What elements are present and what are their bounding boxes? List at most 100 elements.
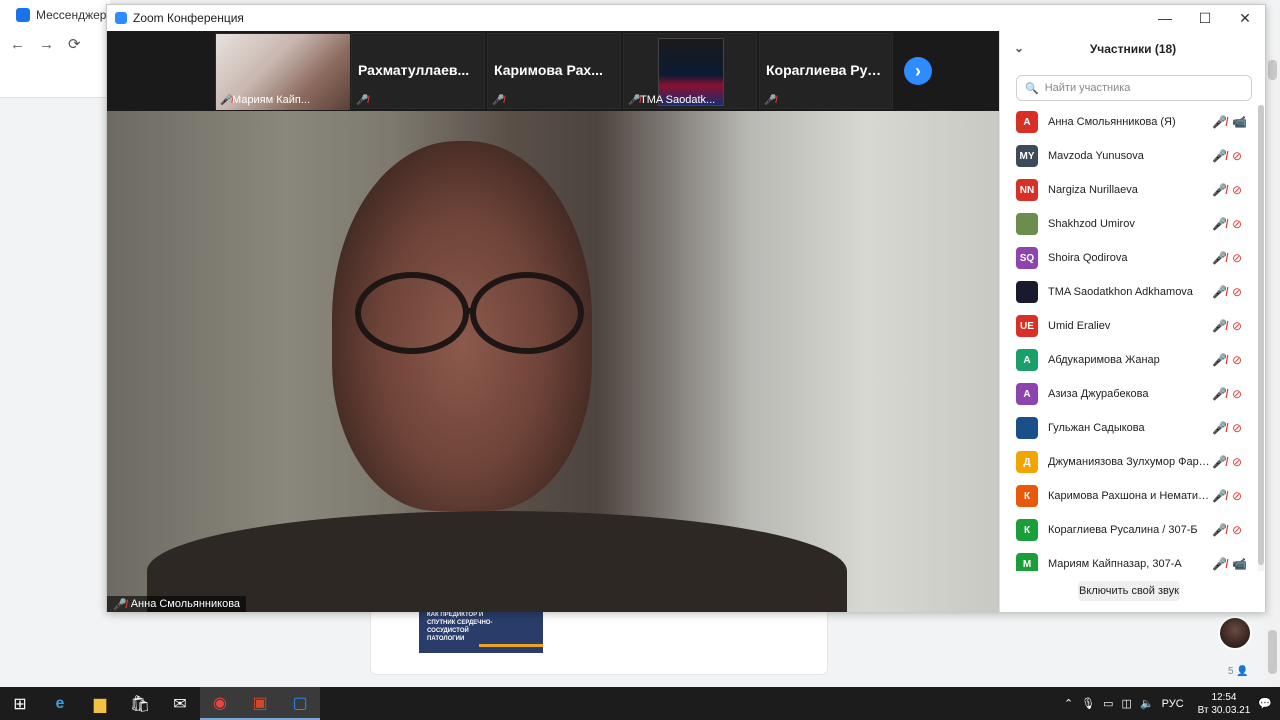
speaker-name: Анна Смольянникова: [130, 598, 241, 610]
muted-mic-icon[interactable]: 🎤̸: [1212, 183, 1227, 197]
camera-off-icon[interactable]: ⊘: [1232, 217, 1242, 231]
reload-icon[interactable]: ⟳: [68, 35, 81, 53]
camera-off-icon[interactable]: ⊘: [1232, 285, 1242, 299]
muted-mic-icon: 🎤̸: [628, 95, 641, 106]
notifications-icon[interactable]: 💬: [1258, 697, 1272, 710]
muted-mic-icon[interactable]: 🎤̸: [1212, 251, 1227, 265]
participant-row[interactable]: A Абдукаримова Жанар 🎤̸ ⊘: [1000, 343, 1258, 377]
browser-tab-title: Мессенджер: [36, 8, 107, 22]
participant-row[interactable]: NN Nargiza Nurillaeva 🎤̸ ⊘: [1000, 173, 1258, 207]
thumbnail-video[interactable]: Каримова Рах... 🎤̸: [487, 33, 621, 109]
participant-row[interactable]: Гульжан Садыкова 🎤̸ ⊘: [1000, 411, 1258, 445]
camera-off-icon[interactable]: ⊘: [1232, 523, 1242, 537]
muted-mic-icon[interactable]: 🎤̸: [1212, 455, 1227, 469]
powerpoint-icon[interactable]: ▣: [240, 687, 280, 720]
muted-mic-icon[interactable]: 🎤̸: [1212, 319, 1227, 333]
muted-mic-icon[interactable]: 🎤̸: [1212, 421, 1227, 435]
thumbnail-video[interactable]: Кораглиева Рус... 🎤̸: [759, 33, 893, 109]
muted-mic-icon: 🎤̸: [220, 95, 233, 106]
muted-mic-icon[interactable]: 🎤̸: [1212, 523, 1227, 537]
participant-name: Джуманиязова Зулхумор Фарха...: [1048, 456, 1210, 468]
thumbnail-video[interactable]: Рахматуллаев... 🎤̸: [351, 33, 485, 109]
participant-row[interactable]: К Кораглиева Русалина / 307-Б 🎤̸ ⊘: [1000, 513, 1258, 547]
participant-row[interactable]: MY Mavzoda Yunusova 🎤̸ ⊘: [1000, 139, 1258, 173]
forward-icon[interactable]: →: [39, 36, 54, 53]
participant-row[interactable]: М Мариям Кайпназар, 307-А 🎤̸ 📹: [1000, 547, 1258, 571]
avatar: К: [1016, 485, 1038, 507]
users-icon: 👤: [1236, 666, 1249, 677]
zoom-taskbar-icon[interactable]: ▢: [280, 687, 320, 720]
camera-off-icon[interactable]: ⊘: [1232, 353, 1242, 367]
page-scrollbar-thumb[interactable]: [1268, 630, 1277, 674]
participant-row[interactable]: Shakhzod Umirov 🎤̸ ⊘: [1000, 207, 1258, 241]
camera-icon[interactable]: 📹: [1232, 115, 1247, 129]
sidebar-count-value: 5: [1228, 666, 1234, 677]
browser-tab[interactable]: Мессенджер: [0, 0, 110, 30]
participants-scrollbar[interactable]: [1258, 105, 1264, 571]
battery-icon[interactable]: ▭: [1103, 697, 1113, 710]
muted-mic-icon[interactable]: 🎤̸: [1212, 489, 1227, 503]
participant-row[interactable]: A Анна Смольянникова (Я) 🎤̸ 📹: [1000, 105, 1258, 139]
muted-mic-icon[interactable]: 🎤̸: [1212, 557, 1227, 571]
participant-list[interactable]: A Анна Смольянникова (Я) 🎤̸ 📹 MY Mavzoda Yunu…: [1000, 105, 1258, 571]
system-tray: ⌃ 🎙 ▭ ◫ 🔈 РУС 12:54 Вт 30.03.21 💬: [1064, 687, 1280, 720]
participant-row[interactable]: Д Джуманиязова Зулхумор Фарха... 🎤̸ ⊘: [1000, 445, 1258, 479]
camera-off-icon[interactable]: ⊘: [1232, 251, 1242, 265]
thumbnail-name: Каримова Рах...: [494, 62, 603, 78]
avatar[interactable]: [1218, 616, 1252, 650]
microphone-icon[interactable]: 🎙: [1081, 697, 1095, 710]
search-input[interactable]: 🔍 Найти участника: [1016, 75, 1252, 101]
windows-start-icon[interactable]: ⊞: [0, 687, 40, 720]
participant-row[interactable]: A Азиза Джурабекова 🎤̸ ⊘: [1000, 377, 1258, 411]
muted-mic-icon: 🎤̸: [764, 95, 777, 106]
tray-chevron-icon[interactable]: ⌃: [1064, 697, 1073, 710]
close-button[interactable]: ✕: [1225, 5, 1265, 31]
collapse-icon[interactable]: ⌄: [1014, 41, 1024, 55]
page-scrollbar[interactable]: [1265, 55, 1280, 687]
back-icon[interactable]: ←: [10, 36, 25, 53]
muted-mic-icon[interactable]: 🎤̸: [1212, 387, 1227, 401]
participants-panel: ⌄ Участники (18) 🔍 Найти участника A Анна…: [999, 31, 1265, 612]
clock[interactable]: 12:54 Вт 30.03.21: [1198, 691, 1251, 717]
participant-name: Мариям Кайпназар, 307-А: [1048, 558, 1182, 570]
minimize-button[interactable]: —: [1145, 5, 1185, 31]
unmute-self-button[interactable]: Включить свой звук: [1078, 581, 1180, 601]
muted-mic-icon[interactable]: 🎤̸: [1212, 353, 1227, 367]
post-image[interactable]: КАК ПРЕДИКТОР И СПУТНИК СЕРДЕЧНО-СОСУДИС…: [419, 605, 543, 653]
page-scrollbar-thumb-top[interactable]: [1268, 60, 1277, 80]
language-indicator[interactable]: РУС: [1162, 698, 1184, 710]
zoom-window: Zoom Конференция — ☐ ✕ 🎤̸ Мариям Кайп...…: [106, 4, 1266, 612]
camera-icon[interactable]: 📹: [1232, 557, 1247, 571]
camera-off-icon[interactable]: ⊘: [1232, 387, 1242, 401]
thumbnail-name: Рахматуллаев...: [358, 62, 470, 78]
next-page-button[interactable]: ›: [904, 57, 932, 85]
camera-off-icon[interactable]: ⊘: [1232, 455, 1242, 469]
participant-name: Абдукаримова Жанар: [1048, 354, 1160, 366]
window-title: Zoom Конференция: [133, 11, 244, 25]
volume-icon[interactable]: 🔈: [1140, 697, 1154, 710]
mail-icon[interactable]: ✉: [160, 687, 200, 720]
camera-off-icon[interactable]: ⊘: [1232, 319, 1242, 333]
participant-row[interactable]: TMA Saodatkhon Adkhamova 🎤̸ ⊘: [1000, 275, 1258, 309]
thumbnail-video[interactable]: 🎤̸ TMA Saodatk...: [623, 33, 757, 109]
camera-off-icon[interactable]: ⊘: [1232, 489, 1242, 503]
participant-row[interactable]: К Каримова Рахшона и Нематилла... 🎤̸ ⊘: [1000, 479, 1258, 513]
file-explorer-icon[interactable]: ▆: [80, 687, 120, 720]
chrome-icon[interactable]: ◉: [200, 687, 240, 720]
zoom-logo-icon: [115, 12, 127, 24]
network-icon[interactable]: ◫: [1122, 697, 1132, 710]
muted-mic-icon[interactable]: 🎤̸: [1212, 115, 1227, 129]
participant-row[interactable]: UE Umid Eraliev 🎤̸ ⊘: [1000, 309, 1258, 343]
muted-mic-icon[interactable]: 🎤̸: [1212, 285, 1227, 299]
maximize-button[interactable]: ☐: [1185, 5, 1225, 31]
participant-row[interactable]: SQ Shoira Qodirova 🎤̸ ⊘: [1000, 241, 1258, 275]
store-icon[interactable]: 🛍: [120, 687, 160, 720]
muted-mic-icon[interactable]: 🎤̸: [1212, 149, 1227, 163]
thumbnail-video[interactable]: 🎤̸ Мариям Кайп...: [215, 33, 350, 110]
participants-scrollbar-thumb[interactable]: [1258, 105, 1264, 565]
camera-off-icon[interactable]: ⊘: [1232, 421, 1242, 435]
camera-off-icon[interactable]: ⊘: [1232, 149, 1242, 163]
muted-mic-icon[interactable]: 🎤̸: [1212, 217, 1227, 231]
camera-off-icon[interactable]: ⊘: [1232, 183, 1242, 197]
edge-browser-icon[interactable]: e: [40, 687, 80, 720]
